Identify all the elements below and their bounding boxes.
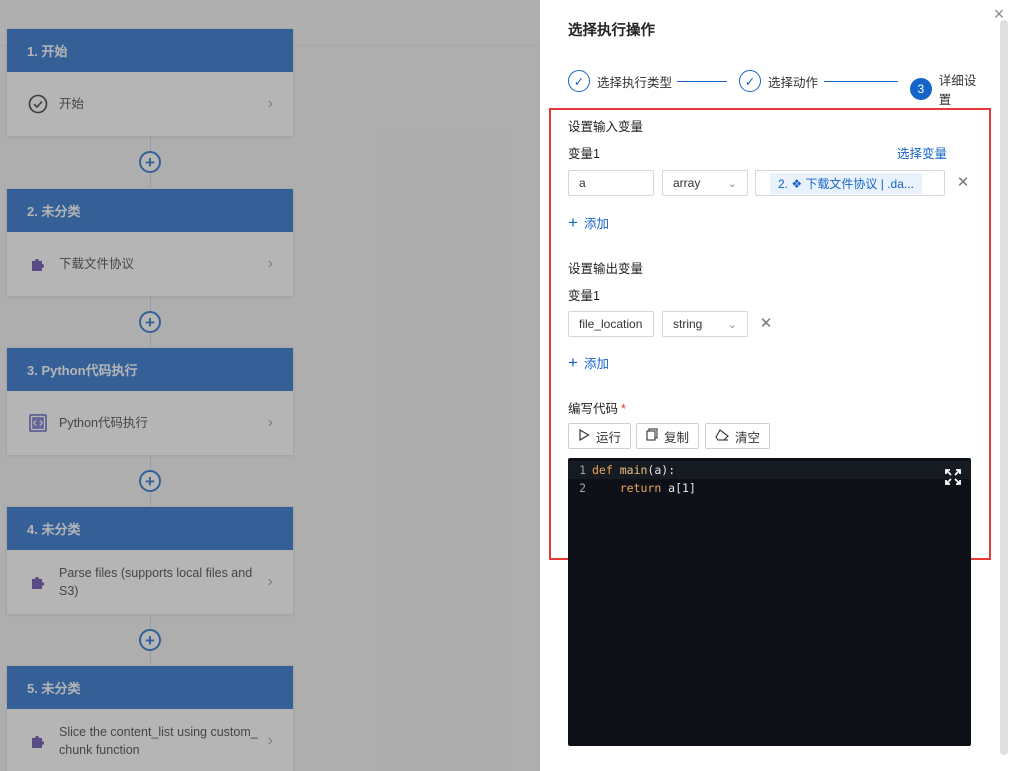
input-section-title: 设置输入变量 [568,120,644,134]
code-line[interactable]: 2 return a[1] [568,479,971,497]
stepper: ✓ 选择执行类型 ✓ 选择动作 3 详细设置 [568,70,988,107]
code-section-title: 编写代码 * [568,402,626,416]
play-icon [578,428,590,444]
step-divider [824,81,898,82]
code-text: def main(a): [592,463,676,477]
drawer-title: 选择执行操作 [568,23,655,39]
step-number: 3 [910,78,932,100]
remove-output-var-icon[interactable]: ✕ [758,316,774,332]
copy-icon [646,428,658,444]
variable-tag[interactable]: 2. ❖ 下载文件协议 | .da... [770,172,922,194]
chevron-down-icon: ⌄ [727,318,737,331]
input-var-value-field[interactable]: 2. ❖ 下载文件协议 | .da... [755,170,945,196]
clear-button[interactable]: 清空 [705,423,771,449]
step-divider [677,81,727,82]
step-label: 选择执行类型 [597,75,673,90]
check-icon: ✓ [739,70,761,92]
step-label: 详细设置 [938,74,977,107]
select-variable-link[interactable]: 选择变量 [897,143,947,162]
step-label: 选择动作 [768,75,819,90]
run-button[interactable]: 运行 [568,423,632,449]
remove-input-var-icon[interactable]: ✕ [955,175,971,191]
plus-icon: + [568,213,578,232]
fullscreen-icon[interactable] [945,469,961,489]
code-editor[interactable]: 1 def main(a): 2 return a[1] [568,458,971,746]
input-var-label: 变量1 [568,147,600,161]
copy-button[interactable]: 复制 [636,423,700,449]
step-select-action[interactable]: ✓ 选择动作 [739,70,818,92]
output-var-label: 变量1 [568,289,600,303]
drawer-scrollbar[interactable] [1000,20,1008,755]
input-var-name-field[interactable]: a [568,170,654,196]
eraser-icon [715,428,729,444]
code-line[interactable]: 1 def main(a): [568,461,971,479]
output-var-type-select[interactable]: string ⌄ [662,311,748,337]
add-input-var-button[interactable]: + 添加 [568,213,609,232]
output-section-title: 设置输出变量 [568,262,644,276]
input-var-type-select[interactable]: array ⌄ [662,170,748,196]
line-number: 1 [579,463,586,477]
modal-overlay[interactable] [0,0,540,771]
output-var-name-field[interactable]: file_location [568,311,654,337]
required-mark: * [621,402,626,416]
step-execution-type[interactable]: ✓ 选择执行类型 [568,70,672,92]
code-text: return a[1] [619,481,696,495]
check-icon: ✓ [568,70,590,92]
chevron-down-icon: ⌄ [727,177,737,190]
step-detail-settings[interactable]: 3 详细设置 [910,70,988,108]
plus-icon: + [568,353,578,372]
workflow-canvas: 1. 开始 开始 › + 2. 未分类 下载文件协议 › + 3. Python… [0,0,540,771]
add-output-var-button[interactable]: + 添加 [568,353,609,372]
action-drawer: 选择执行操作 × ✓ 选择执行类型 ✓ 选择动作 3 详细设置 设置输入变量 变… [540,0,1012,771]
line-number: 2 [579,481,586,495]
